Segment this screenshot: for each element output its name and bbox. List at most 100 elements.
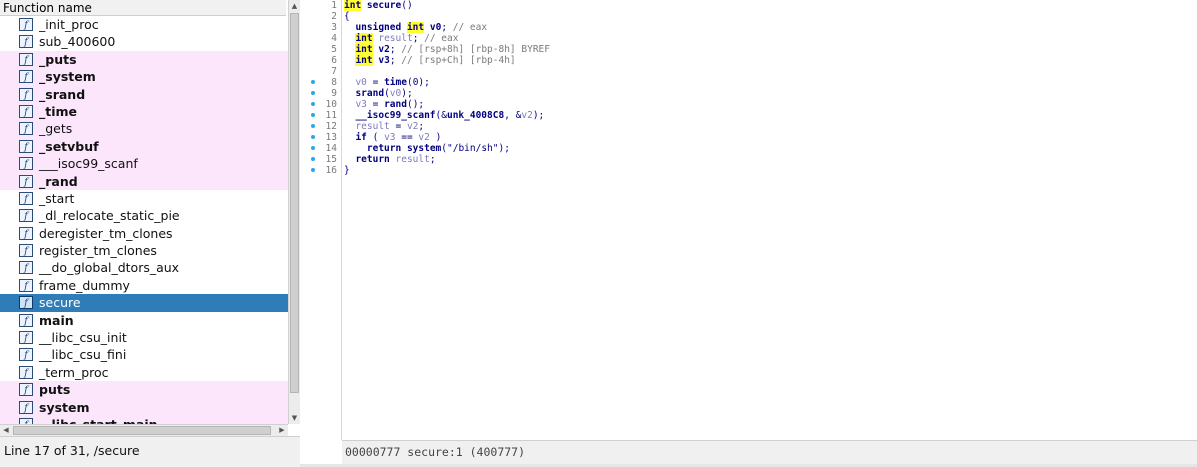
function-list-item[interactable]: f main [0, 312, 288, 329]
code-text: int result; // eax [355, 33, 459, 44]
code-text: int v3; // [rsp+Ch] [rbp-4h] [355, 55, 516, 66]
code-text: } [344, 165, 350, 176]
code-line[interactable]: 2{ [300, 11, 1197, 22]
function-icon: f [19, 400, 33, 414]
function-list-item[interactable]: f _init_proc [0, 16, 288, 33]
breakpoint-dot-icon[interactable] [311, 146, 315, 150]
breakpoint-dot-icon[interactable] [311, 113, 315, 117]
line-number: 4 [331, 33, 337, 44]
pseudocode-view[interactable]: 1 int secure() 2{3 unsigned int v0; // eax… [300, 0, 1197, 440]
function-name-label: __libc_csu_fini [39, 347, 127, 363]
function-list-item[interactable]: f _puts [0, 50, 288, 69]
function-icon: f [19, 87, 33, 101]
code-line[interactable]: 13 if ( v3 == v2 ) [300, 132, 1197, 143]
function-name-label: _start [39, 190, 75, 206]
code-text: srand(v0); [355, 88, 413, 99]
pseudocode-status: 00000777 secure:1 (400777) [342, 440, 1197, 464]
function-list-item[interactable]: f__libc_start_main [0, 415, 288, 424]
function-list[interactable]: f _init_proc f sub_400600 f _puts f _system f _sr… [0, 16, 288, 424]
code-line[interactable]: 6 int v3; // [rsp+Ch] [rbp-4h] [300, 55, 1197, 66]
breakpoint-dot-icon[interactable] [311, 157, 315, 161]
function-list-item[interactable]: f register_tm_clones [0, 242, 288, 259]
function-list-item[interactable]: f puts [0, 381, 288, 399]
function-list-item[interactable]: f deregister_tm_clones [0, 225, 288, 242]
code-line[interactable]: 11 __isoc99_scanf(&unk_4008C8, &v2); [300, 110, 1197, 121]
function-list-item[interactable]: f _srand [0, 85, 288, 103]
function-list-vertical-scrollbar[interactable]: ▲ ▼ [288, 0, 300, 424]
vertical-scroll-thumb[interactable] [290, 13, 299, 393]
scroll-left-arrow-icon[interactable]: ◀ [0, 425, 12, 436]
code-line[interactable]: 10 v3 = rand(); [300, 99, 1197, 110]
code-text: int secure() [344, 0, 413, 11]
line-number: 15 [325, 154, 337, 165]
breakpoint-dot-icon[interactable] [311, 135, 315, 139]
function-name-label: main [39, 312, 74, 328]
code-line[interactable]: 7 [300, 66, 1197, 77]
code-text: v0 = time(0); [355, 77, 430, 88]
function-list-item[interactable]: f _setvbuf [0, 137, 288, 156]
function-name-label: _init_proc [39, 17, 99, 32]
breakpoint-dot-icon[interactable] [311, 102, 315, 106]
line-number: 9 [331, 88, 337, 99]
function-list-item[interactable]: f _time [0, 102, 288, 121]
code-line[interactable]: 12 result = v2; [300, 121, 1197, 132]
breakpoint-dot-icon[interactable] [311, 91, 315, 95]
function-name-label: _term_proc [39, 364, 109, 380]
code-text: return system("/bin/sh"); [366, 143, 510, 154]
code-text: v3 = rand(); [355, 99, 425, 110]
scroll-right-arrow-icon[interactable]: ▶ [276, 425, 288, 436]
function-name-label: register_tm_clones [39, 243, 157, 259]
function-icon: f [19, 70, 33, 84]
code-text: __isoc99_scanf(&unk_4008C8, &v2); [355, 110, 545, 121]
function-name-label: puts [39, 382, 71, 398]
function-name-label: sub_400600 [39, 34, 116, 50]
code-text: if ( v3 == v2 ) [355, 132, 442, 143]
line-number: 5 [331, 44, 337, 55]
code-line[interactable]: 4 int result; // eax [300, 33, 1197, 44]
function-list-item[interactable]: f __libc_csu_init [0, 329, 288, 346]
code-line[interactable]: 9 srand(v0); [300, 88, 1197, 99]
function-icon: f [19, 244, 33, 258]
function-name-label: _rand [39, 173, 78, 189]
horizontal-scroll-thumb[interactable] [13, 426, 271, 435]
code-line[interactable]: 3 unsigned int v0; // eax [300, 22, 1197, 33]
function-list-item[interactable]: f _start [0, 190, 288, 207]
pseudocode-window: 1 int secure() 2{3 unsigned int v0; // eax… [300, 0, 1197, 467]
function-icon: f [19, 52, 33, 66]
code-text: result = v2; [355, 121, 425, 132]
function-list-item[interactable]: f frame_dummy [0, 277, 288, 294]
function-name-label: _time [39, 103, 78, 119]
function-list-item[interactable]: f ___isoc99_scanf [0, 155, 288, 173]
line-number: 16 [325, 165, 337, 176]
functions-window: Function name f _init_proc f sub_400600 f _pu… [0, 0, 301, 467]
function-list-item[interactable]: f _system [0, 68, 288, 86]
code-line[interactable]: 1 int secure() [300, 0, 1197, 11]
function-icon: f [19, 348, 33, 362]
function-list-item[interactable]: f _dl_relocate_static_pie [0, 207, 288, 224]
code-line[interactable]: 15 return result; [300, 154, 1197, 165]
function-icon: f [19, 209, 33, 223]
function-icon: f [19, 122, 33, 136]
function-list-item[interactable]: f _term_proc [0, 364, 288, 381]
code-line[interactable]: 5 int v2; // [rsp+8h] [rbp-8h] BYREF [300, 44, 1197, 55]
breakpoint-dot-icon[interactable] [311, 168, 315, 172]
code-line[interactable]: 16} [300, 165, 1197, 176]
function-list-item[interactable]: f secure [0, 294, 288, 312]
function-list-item[interactable]: f system [0, 398, 288, 416]
function-list-horizontal-scrollbar[interactable]: ◀ ▶ [0, 424, 288, 436]
function-icon: f [19, 139, 33, 153]
breakpoint-dot-icon[interactable] [311, 124, 315, 128]
function-list-item[interactable]: f __do_global_dtors_aux [0, 259, 288, 276]
function-list-item[interactable]: f _gets [0, 120, 288, 138]
function-list-item[interactable]: f sub_400600 [0, 33, 288, 50]
scroll-up-arrow-icon[interactable]: ▲ [289, 0, 300, 12]
function-list-item[interactable]: f __libc_csu_fini [0, 346, 288, 363]
function-name-column-header[interactable]: Function name [0, 0, 286, 16]
function-icon: f [19, 18, 33, 31]
code-line[interactable]: 8 v0 = time(0); [300, 77, 1197, 88]
code-line[interactable]: 14 return system("/bin/sh"); [300, 143, 1197, 154]
function-name-label: __do_global_dtors_aux [39, 260, 180, 276]
breakpoint-dot-icon[interactable] [311, 80, 315, 84]
scroll-down-arrow-icon[interactable]: ▼ [289, 412, 300, 424]
function-list-item[interactable]: f _rand [0, 172, 288, 190]
